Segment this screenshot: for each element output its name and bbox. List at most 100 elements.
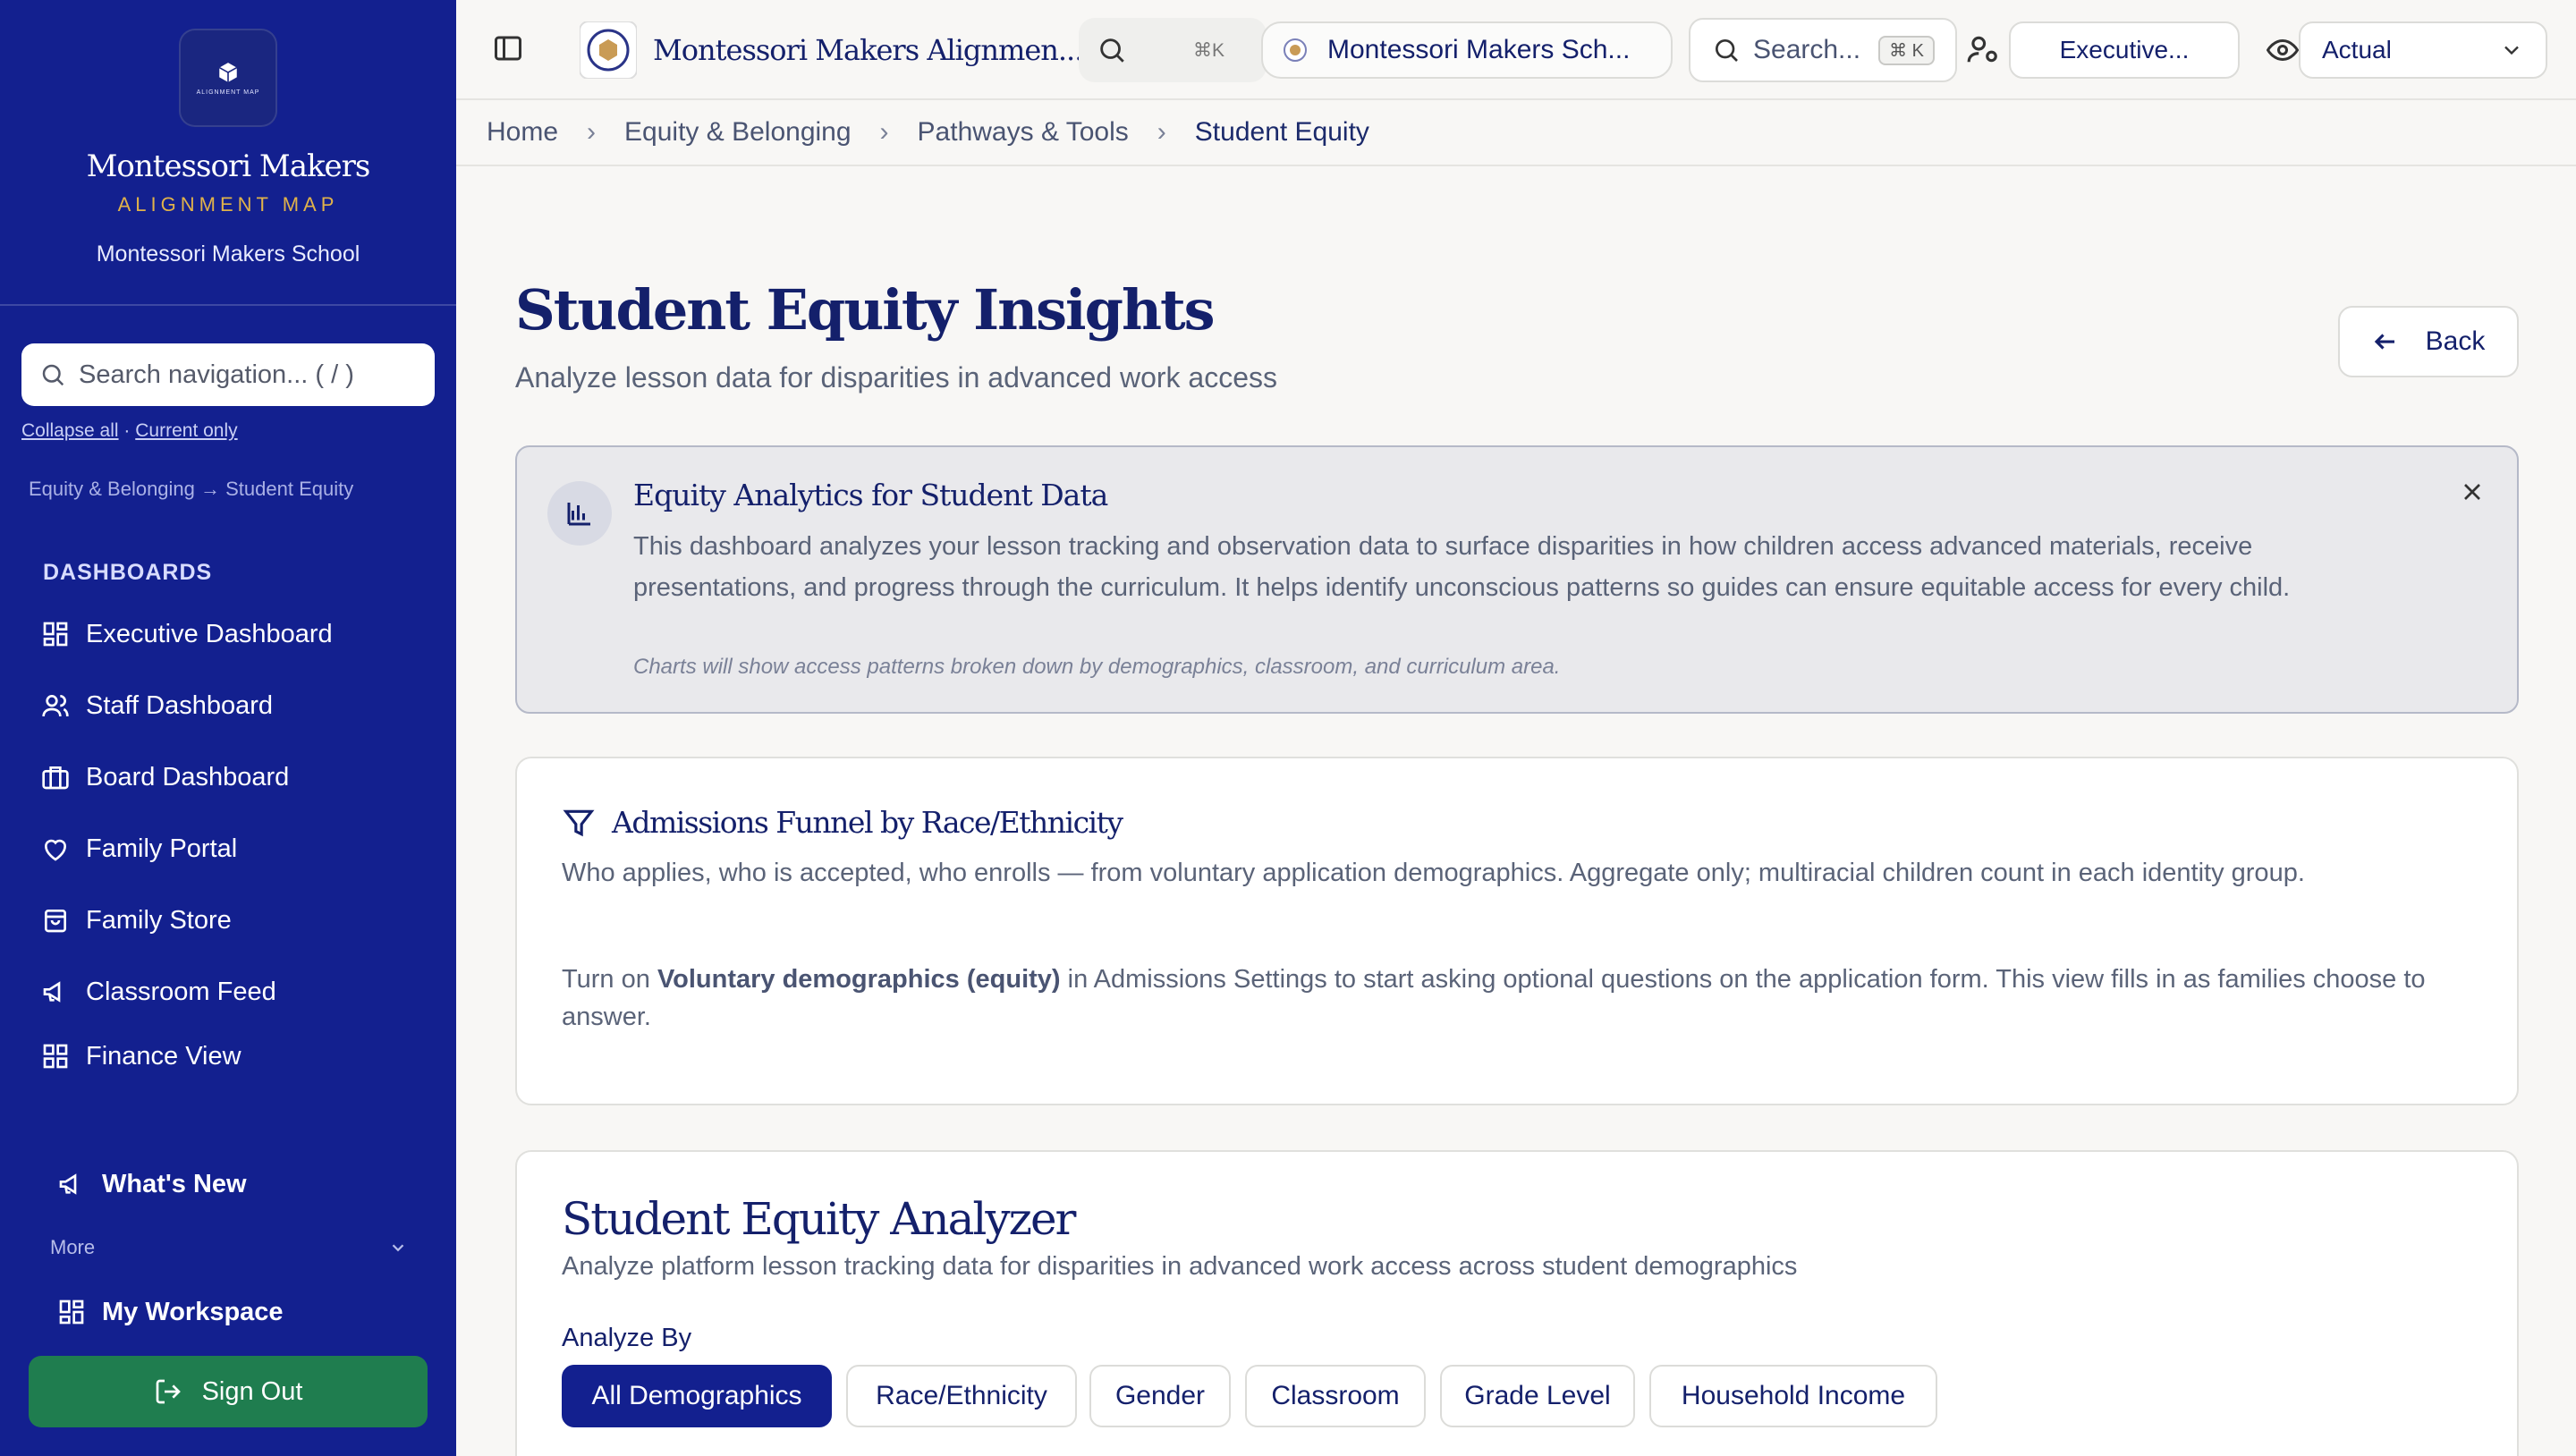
funnel-setting-name: Voluntary demographics (equity) <box>657 965 1061 994</box>
global-search-button[interactable]: Search... ⌘ K <box>1689 18 1957 82</box>
filter-icon <box>563 809 595 836</box>
breadcrumb: Home › Equity & Belonging › Pathways & T… <box>456 100 2576 166</box>
brand-subtitle: ALIGNMENT MAP <box>117 193 339 216</box>
sidebar-item-finance-view[interactable]: Finance View <box>41 1034 242 1079</box>
funnel-title-text: Admissions Funnel by Race/Ethnicity <box>612 805 1123 840</box>
analyze-option-gender[interactable]: Gender <box>1089 1365 1231 1427</box>
sidebar-item-label: Staff Dashboard <box>86 690 274 720</box>
sidebar-item-staff-dashboard[interactable]: Staff Dashboard <box>41 683 273 728</box>
grid-icon <box>43 622 68 647</box>
breadcrumb-home[interactable]: Home <box>487 117 558 148</box>
info-title: Equity Analytics for Student Data <box>633 478 1108 512</box>
app-logo[interactable]: ALIGNMENT MAP <box>179 29 277 127</box>
chevron-right-icon: › <box>1157 117 1166 147</box>
user-role-button[interactable] <box>1966 32 2000 66</box>
funnel-msg-text: Turn on <box>562 965 657 994</box>
view-select-value: Actual <box>2322 36 2392 63</box>
shortcut-hint: ⌘K <box>1193 39 1225 61</box>
school-switcher-label: Montessori Makers Sch... <box>1327 35 1631 64</box>
sidebar-item-label: What's New <box>102 1169 247 1198</box>
shortcut-hint: ⌘ K <box>1878 35 1935 65</box>
back-button[interactable]: Back <box>2338 306 2519 377</box>
quick-search-button[interactable]: ⌘K <box>1079 18 1267 82</box>
breadcrumb-pathways[interactable]: Pathways & Tools <box>918 117 1129 148</box>
analyze-option-race-ethnicity[interactable]: Race/Ethnicity <box>846 1365 1077 1427</box>
view-mode-icon-button[interactable] <box>2267 34 2299 66</box>
sidebar-item-board-dashboard[interactable]: Board Dashboard <box>41 755 289 800</box>
sidebar-item-label: Family Portal <box>86 834 238 863</box>
admissions-funnel-card: Admissions Funnel by Race/Ethnicity Who … <box>515 757 2519 1105</box>
analyze-by-label: Analyze By <box>562 1324 692 1352</box>
funnel-empty-message: Turn on Voluntary demographics (equity) … <box>562 961 2476 1036</box>
nav-search-box[interactable] <box>21 343 435 406</box>
chevron-right-icon: › <box>879 117 889 147</box>
search-icon <box>1716 39 1738 62</box>
funnel-title: Admissions Funnel by Race/Ethnicity <box>562 805 1123 840</box>
equity-info-banner: Equity Analytics for Student Data This d… <box>515 445 2519 714</box>
chevron-down-icon <box>2504 46 2519 55</box>
analyze-option-household-income[interactable]: Household Income <box>1649 1365 1937 1427</box>
megaphone-icon <box>59 1173 77 1195</box>
arrow-left-icon <box>2374 334 2394 350</box>
page-title: Student Equity Insights <box>515 277 1216 343</box>
sidebar-item-executive-dashboard[interactable]: Executive Dashboard <box>41 612 333 656</box>
sidebar-item-family-store[interactable]: Family Store <box>41 898 232 943</box>
sign-out-button[interactable]: Sign Out <box>29 1356 428 1427</box>
sidebar-item-label: Classroom Feed <box>86 977 276 1006</box>
info-body: This dashboard analyzes your lesson trac… <box>633 532 2291 602</box>
analyze-option-classroom[interactable]: Classroom <box>1245 1365 1426 1427</box>
sidebar-brand: ALIGNMENT MAP Montessori Makers ALIGNMEN… <box>0 0 456 306</box>
breadcrumb-equity[interactable]: Equity & Belonging <box>624 117 852 148</box>
sidebar-item-family-portal[interactable]: Family Portal <box>41 826 237 871</box>
school-seal-icon <box>1284 38 1307 62</box>
sidebar-item-my-workspace[interactable]: My Workspace <box>57 1290 284 1334</box>
bar-chart-icon <box>547 481 612 546</box>
sidebar-item-label: Executive Dashboard <box>86 619 333 648</box>
more-section-toggle[interactable]: More <box>50 1236 408 1259</box>
eye-icon <box>2267 38 2299 62</box>
user-settings-icon <box>1967 36 1997 63</box>
nav-search-input[interactable] <box>79 360 419 390</box>
role-select[interactable]: Executive... <box>2009 21 2240 79</box>
sign-out-label: Sign Out <box>201 1376 303 1406</box>
sidebar: ALIGNMENT MAP Montessori Makers ALIGNMEN… <box>0 0 456 1456</box>
role-select-value: Executive... <box>2059 36 2190 63</box>
sidebar-item-classroom-feed[interactable]: Classroom Feed <box>41 969 276 1014</box>
briefcase-icon <box>42 766 69 790</box>
heart-icon <box>45 839 66 861</box>
analyze-option-all-demographics[interactable]: All Demographics <box>562 1365 832 1427</box>
analyzer-description: Analyze platform lesson tracking data fo… <box>562 1252 1798 1281</box>
shopping-bag-icon <box>45 910 66 933</box>
chevron-down-icon <box>392 1244 404 1252</box>
sidebar-item-label: Finance View <box>86 1041 242 1071</box>
equity-analyzer-card: Student Equity Analyzer Analyze platform… <box>515 1150 2519 1456</box>
nav-tree-controls: Collapse all · Current only <box>21 420 238 442</box>
funnel-description: Who applies, who is accepted, who enroll… <box>562 859 2305 887</box>
sidebar-item-label: Family Store <box>86 905 232 935</box>
analyze-option-grade-level[interactable]: Grade Level <box>1440 1365 1635 1427</box>
megaphone-icon <box>43 981 61 1003</box>
logo-caption: ALIGNMENT MAP <box>196 89 260 96</box>
sidebar-item-label: My Workspace <box>102 1297 284 1326</box>
close-icon[interactable] <box>2458 478 2487 506</box>
current-only-link[interactable]: Current only <box>135 420 237 441</box>
more-label: More <box>50 1236 96 1258</box>
view-select[interactable]: Actual <box>2299 21 2547 79</box>
section-dashboards: DASHBOARDS <box>43 560 213 585</box>
users-icon <box>42 695 69 717</box>
sidebar-toggle-icon <box>495 36 521 61</box>
link-separator: · <box>123 420 131 441</box>
page-subtitle: Analyze lesson data for disparities in a… <box>515 361 1277 394</box>
breadcrumb-current: Student Equity <box>1194 117 1369 147</box>
school-name: Montessori Makers School <box>96 241 360 267</box>
sidebar-item-label: Board Dashboard <box>86 762 290 791</box>
cube-icon <box>218 62 238 82</box>
school-switcher[interactable]: Montessori Makers Sch... <box>1261 21 1673 79</box>
log-out-icon <box>156 1379 181 1404</box>
collapse-all-link[interactable]: Collapse all <box>21 420 119 441</box>
sidebar-toggle-button[interactable] <box>492 32 524 64</box>
sidebar-item-whats-new[interactable]: What's New <box>57 1162 247 1206</box>
app-title-switcher[interactable]: Montessori Makers Alignmen... <box>580 21 1083 79</box>
app-title: Montessori Makers Alignmen... <box>653 33 1083 67</box>
search-icon <box>1100 38 1124 63</box>
